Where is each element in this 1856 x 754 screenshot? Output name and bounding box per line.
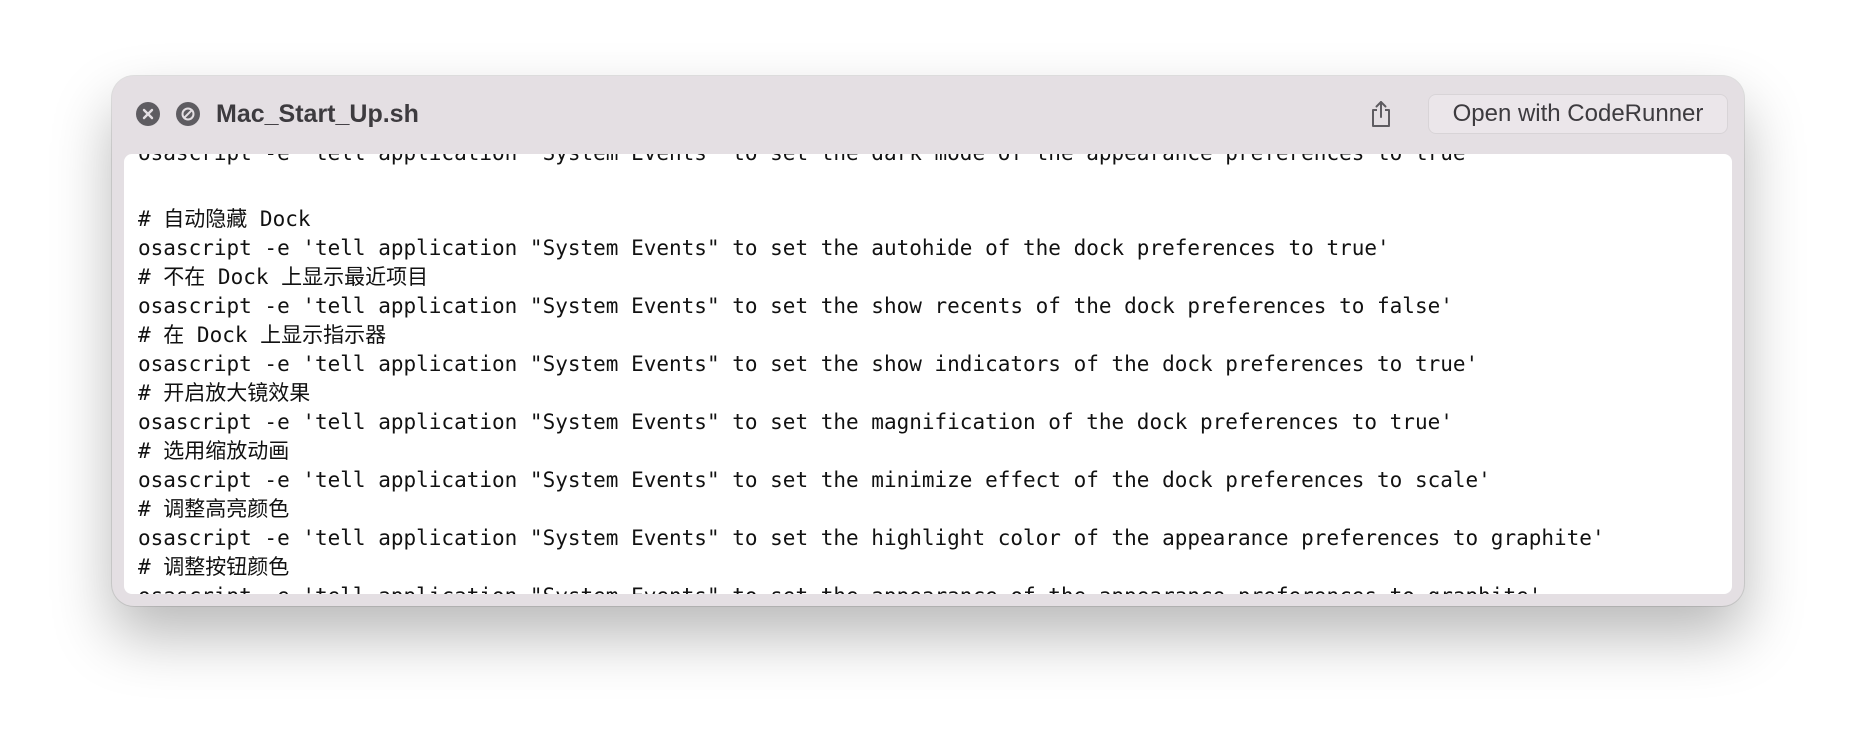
code-line: osascript -e 'tell application "System E… — [138, 468, 1491, 492]
share-icon — [1372, 101, 1390, 127]
code-comment: # 开启放大镜效果 — [138, 381, 311, 405]
code-line-clipped: osascript -e 'tell application "System E… — [138, 154, 1478, 168]
share-button[interactable] — [1361, 94, 1401, 134]
open-with-coderunner-button[interactable]: Open with CodeRunner — [1428, 94, 1728, 134]
code-line: osascript -e 'tell application "System E… — [138, 410, 1453, 434]
code-line: osascript -e 'tell application "System E… — [138, 582, 1605, 594]
close-icon[interactable] — [136, 102, 160, 126]
code-line: osascript -e 'tell application "System E… — [138, 526, 1605, 550]
code-comment: # 自动隐藏 Dock — [138, 207, 311, 231]
code-line: osascript -e 'tell application "System E… — [138, 352, 1479, 376]
title-bar: Mac_Start_Up.sh Open with CodeRunner — [112, 76, 1744, 152]
code-comment: # 调整按钮颜色 — [138, 555, 290, 579]
code-comment: # 选用缩放动画 — [138, 439, 290, 463]
code-comment: # 不在 Dock 上显示最近项目 — [138, 265, 429, 289]
window-title: Mac_Start_Up.sh — [216, 100, 419, 128]
quicklook-window: Mac_Start_Up.sh Open with CodeRunner osa… — [112, 76, 1744, 606]
code-comment: # 在 Dock 上显示指示器 — [138, 323, 387, 347]
code-line: osascript -e 'tell application "System E… — [138, 294, 1453, 318]
block-icon[interactable] — [176, 102, 200, 126]
code-comment: # 调整高亮颜色 — [138, 497, 290, 521]
code-line: osascript -e 'tell application "System E… — [138, 236, 1390, 260]
code-lines: # 自动隐藏 Dock osascript -e 'tell applicati… — [138, 176, 1605, 594]
code-viewer[interactable]: osascript -e 'tell application "System E… — [124, 154, 1732, 594]
